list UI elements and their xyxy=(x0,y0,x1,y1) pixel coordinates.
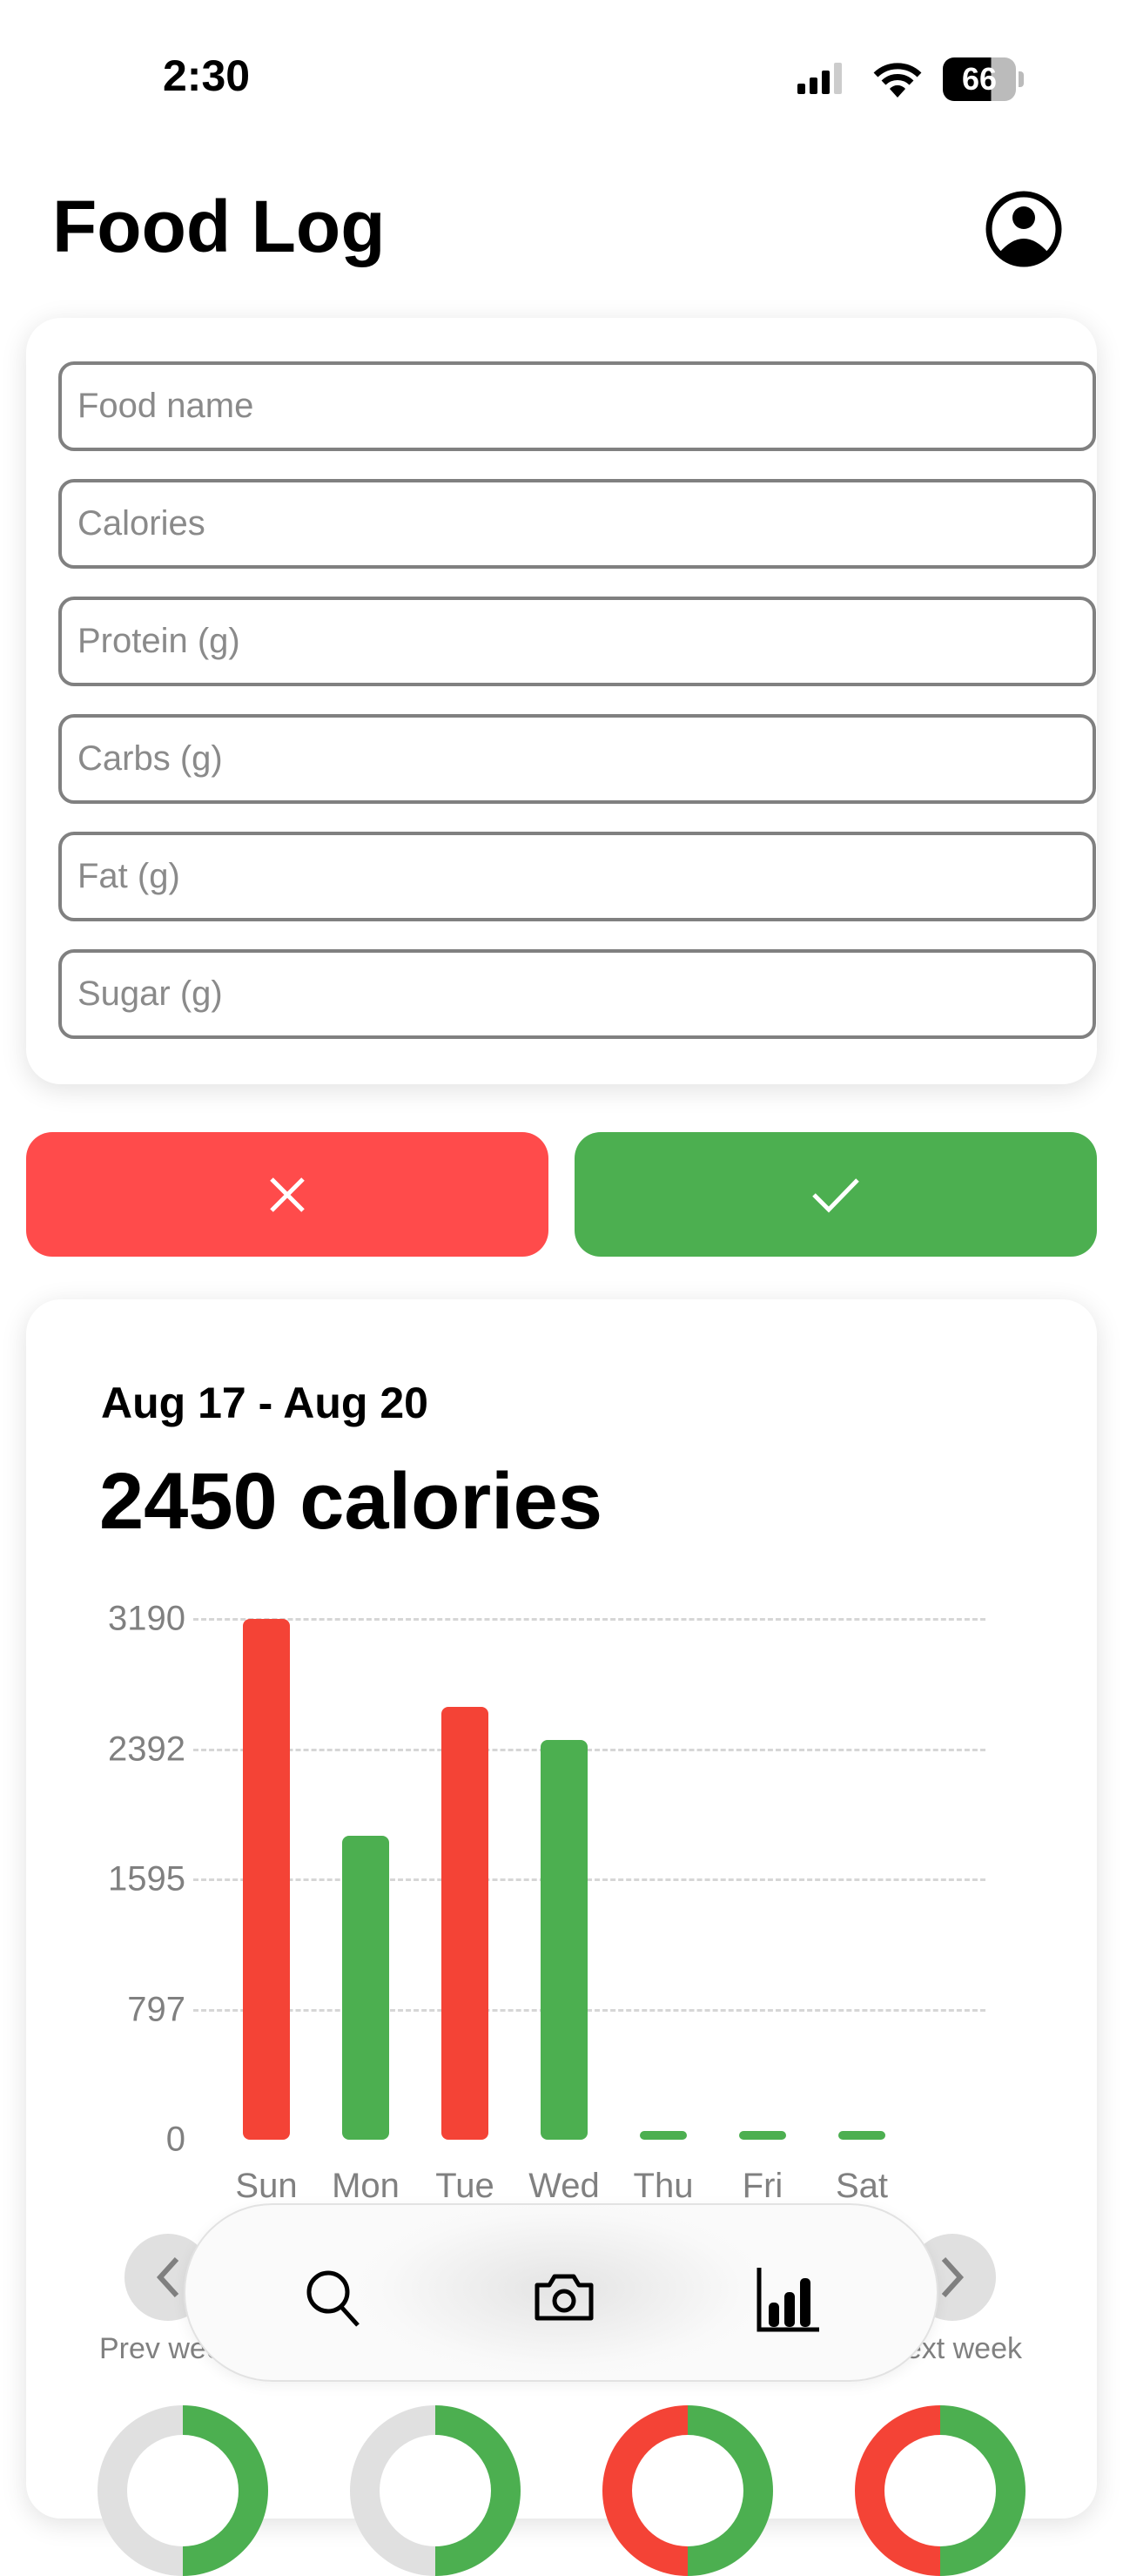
sugar-input[interactable] xyxy=(58,949,1096,1039)
bar-wed[interactable] xyxy=(541,1739,588,2140)
food-entry-form xyxy=(26,318,1097,1084)
macro-gauge-1 xyxy=(98,2405,268,2576)
date-range: Aug 17 - Aug 20 xyxy=(101,1379,428,1427)
page-title: Food Log xyxy=(52,185,386,267)
y-tick-label: 797 xyxy=(127,1990,185,2029)
calories-input[interactable] xyxy=(58,479,1096,569)
gridline xyxy=(193,2008,985,2012)
macro-gauge-4 xyxy=(855,2405,1025,2576)
bar-sat[interactable] xyxy=(838,2131,885,2140)
profile-icon[interactable] xyxy=(985,190,1063,268)
x-tick-label: Tue xyxy=(435,2167,494,2205)
cancel-button[interactable] xyxy=(26,1132,548,1257)
search-icon[interactable] xyxy=(306,2268,363,2329)
y-tick-label: 1595 xyxy=(108,1859,185,1898)
battery-level: 66 xyxy=(961,61,998,97)
x-tick-label: Sun xyxy=(235,2167,298,2205)
gridline xyxy=(193,1878,985,1881)
bar-fri[interactable] xyxy=(739,2131,786,2140)
signal-icon xyxy=(797,63,850,94)
battery-cap xyxy=(1019,71,1024,87)
y-tick-label: 3190 xyxy=(108,1599,185,1638)
battery-icon: 66 xyxy=(943,57,1016,101)
chevron-right-icon xyxy=(941,2256,965,2298)
carbs-input[interactable] xyxy=(58,714,1096,804)
chevron-left-icon xyxy=(156,2256,179,2298)
macro-gauge-3 xyxy=(602,2405,773,2576)
camera-icon[interactable] xyxy=(534,2271,595,2322)
x-tick-label: Fri xyxy=(742,2167,783,2205)
protein-input[interactable] xyxy=(58,597,1096,686)
wifi-icon xyxy=(873,63,922,98)
gridline xyxy=(193,1618,985,1621)
bar-sun[interactable] xyxy=(243,1619,290,2140)
x-tick-label: Mon xyxy=(332,2167,400,2205)
close-icon xyxy=(270,1177,305,1212)
tab-bar xyxy=(184,2203,938,2382)
macro-gauge-2 xyxy=(350,2405,521,2576)
checkmark-icon xyxy=(812,1177,859,1213)
chart-icon[interactable] xyxy=(757,2266,821,2332)
x-tick-label: Thu xyxy=(633,2167,694,2205)
status-time: 2:30 xyxy=(163,51,251,100)
y-tick-label: 2392 xyxy=(108,1730,185,1769)
confirm-button[interactable] xyxy=(575,1132,1097,1257)
bar-thu[interactable] xyxy=(640,2131,687,2140)
fat-input[interactable] xyxy=(58,832,1096,921)
gridline xyxy=(193,1748,985,1751)
bar-tue[interactable] xyxy=(441,1707,488,2140)
bar-mon[interactable] xyxy=(342,1836,389,2140)
x-tick-label: Wed xyxy=(528,2167,600,2205)
food-name-input[interactable] xyxy=(58,361,1096,451)
total-calories: 2450 calories xyxy=(99,1457,603,1546)
x-tick-label: Sat xyxy=(835,2167,889,2205)
y-tick-label: 0 xyxy=(165,2120,185,2159)
